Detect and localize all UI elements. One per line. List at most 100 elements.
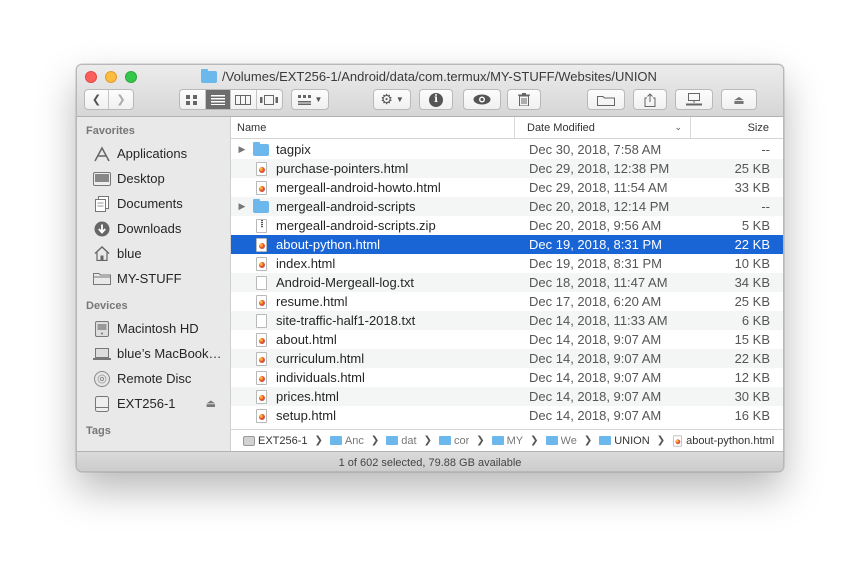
text-file-icon-shape [255,313,267,328]
text-file-icon [253,275,269,290]
sidebar-item-macintosh-hd[interactable]: Macintosh HD [77,316,230,341]
share-icon [644,92,656,107]
file-name: about.html [276,332,337,347]
column-view-button[interactable] [231,90,257,109]
forward-button[interactable]: ❯ [109,90,133,109]
action-menu-button[interactable]: ⚙ ▼ [373,89,411,110]
html-file-icon-shape [255,256,267,271]
laptop-icon [93,346,111,362]
share-button[interactable] [633,89,667,110]
file-size: 5 KB [741,218,770,233]
sidebar-item-macbook[interactable]: blue’s MacBook… [77,341,230,366]
table-row[interactable]: site-traffic-half1-2018.txt Dec 14, 2018,… [231,311,783,330]
html-file-icon-shape [255,237,267,252]
icon-view-button[interactable] [180,90,206,109]
folder-icon [93,271,111,287]
file-name: tagpix [276,142,311,157]
path-bar-item[interactable]: Anc [329,435,364,447]
folder-icon [386,436,399,445]
sidebar-item-desktop[interactable]: Desktop [77,166,230,191]
chevron-down-icon: ▼ [314,95,323,104]
sidebar-item-applications[interactable]: Applications [77,141,230,166]
column-header-date[interactable]: Date Modified ⌄ [515,117,691,138]
sidebar-item-label: EXT256-1 [117,396,176,411]
table-row[interactable]: about.html Dec 14, 2018, 9:07 AM 15 KB [231,330,783,349]
get-info-button[interactable]: i [419,89,453,110]
sidebar-item-blue[interactable]: blue [77,241,230,266]
path-bar-item[interactable]: We [545,435,577,447]
sidebar-item-ext256-1[interactable]: EXT256-1 ⏏ [77,391,230,416]
minimize-button[interactable] [105,71,117,83]
new-folder-button[interactable] [587,89,625,110]
back-button[interactable]: ❮ [85,90,110,109]
column-header-size[interactable]: Size [691,117,783,138]
disclosure-triangle-icon[interactable]: ▶ [231,201,253,212]
folder-icon [491,436,504,445]
window-title-text: /Volumes/EXT256-1/Android/data/com.termu… [222,69,657,84]
zoom-button[interactable] [125,71,137,83]
table-row[interactable]: setup.html Dec 14, 2018, 9:07 AM 16 KB [231,406,783,425]
sidebar-section-tags: Tags [86,425,111,437]
html-file-icon-shape [255,351,267,366]
table-row[interactable]: ▶ tagpix Dec 30, 2018, 7:58 AM -- [231,140,783,159]
file-date: Dec 14, 2018, 9:07 AM [529,332,662,347]
file-date: Dec 14, 2018, 11:33 AM [529,313,668,328]
path-bar-item[interactable]: cor [438,435,469,447]
chevron-right-icon: ❯ [530,435,539,446]
table-row[interactable]: resume.html Dec 17, 2018, 6:20 AM 25 KB [231,292,783,311]
sidebar-item-remote-disc[interactable]: Remote Disc [77,366,230,391]
file-name: mergeall-android-scripts.zip [276,218,436,233]
chevron-right-icon: ❯ [314,435,323,446]
file-date: Dec 18, 2018, 11:47 AM [529,275,668,290]
file-name: index.html [276,256,336,271]
sidebar-item-label: blue’s MacBook… [117,346,222,361]
close-button[interactable] [85,71,97,83]
table-row[interactable]: ▶ mergeall-android-scripts Dec 20, 2018, 1… [231,197,783,216]
file-size: 22 KB [734,351,770,366]
path-bar-item[interactable]: MY [491,434,524,447]
sidebar-item-documents[interactable]: Documents [77,191,230,216]
table-row[interactable]: purchase-pointers.html Dec 29, 2018, 12:3… [231,159,783,178]
file-size: 12 KB [734,370,770,385]
html-file-icon [253,294,269,309]
quick-look-button[interactable] [463,89,501,110]
eject-icon[interactable]: ⏏ [206,397,216,410]
disclosure-triangle-icon[interactable]: ▶ [231,144,253,155]
list-view-button[interactable] [205,90,231,109]
new-folder-icon [597,95,615,106]
table-row[interactable]: about-python.html Dec 19, 2018, 8:31 PM 22… [231,235,783,254]
network-icon [686,93,702,106]
file-name: site-traffic-half1-2018.txt [276,313,416,328]
zip-file-icon [253,218,269,233]
table-row[interactable]: index.html Dec 19, 2018, 8:31 PM 10 KB [231,254,783,273]
eject-button[interactable]: ⏏ [721,89,757,110]
table-row[interactable]: mergeall-android-howto.html Dec 29, 2018,… [231,178,783,197]
drive-icon [243,435,255,446]
table-row[interactable]: prices.html Dec 14, 2018, 9:07 AM 30 KB [231,387,783,406]
column-header-name[interactable]: Name [231,117,515,138]
gallery-view-button[interactable] [257,90,282,109]
path-bar-item[interactable]: about-python.html [672,434,774,448]
table-row[interactable]: mergeall-android-scripts.zip Dec 20, 2018… [231,216,783,235]
path-bar-item[interactable]: EXT256-1 [243,435,308,447]
finder-window: /Volumes/EXT256-1/Android/data/com.termu… [76,64,784,472]
path-bar-label: MY [506,434,524,447]
file-size: 16 KB [734,408,770,423]
file-date: Dec 30, 2018, 7:58 AM [529,142,662,157]
file-name: prices.html [276,389,339,404]
sidebar-item-my-stuff[interactable]: MY-STUFF [77,266,230,291]
file-date: Dec 14, 2018, 9:07 AM [529,408,662,423]
home-icon [93,246,111,262]
path-bar-item[interactable]: UNION [599,435,650,447]
trash-button[interactable] [507,89,541,110]
connect-server-button[interactable] [675,89,713,110]
table-row[interactable]: Android-Mergeall-log.txt Dec 18, 2018, 11… [231,273,783,292]
file-name: mergeall-android-howto.html [276,180,441,195]
sidebar-item-downloads[interactable]: Downloads [77,216,230,241]
table-row[interactable]: individuals.html Dec 14, 2018, 9:07 AM 12 … [231,368,783,387]
group-by-button[interactable]: ▼ [291,89,329,110]
status-bar: 1 of 602 selected, 79.88 GB available [77,451,783,471]
folder-icon [329,436,342,445]
table-row[interactable]: curriculum.html Dec 14, 2018, 9:07 AM 22 K… [231,349,783,368]
path-bar-item[interactable]: dat [386,435,417,447]
